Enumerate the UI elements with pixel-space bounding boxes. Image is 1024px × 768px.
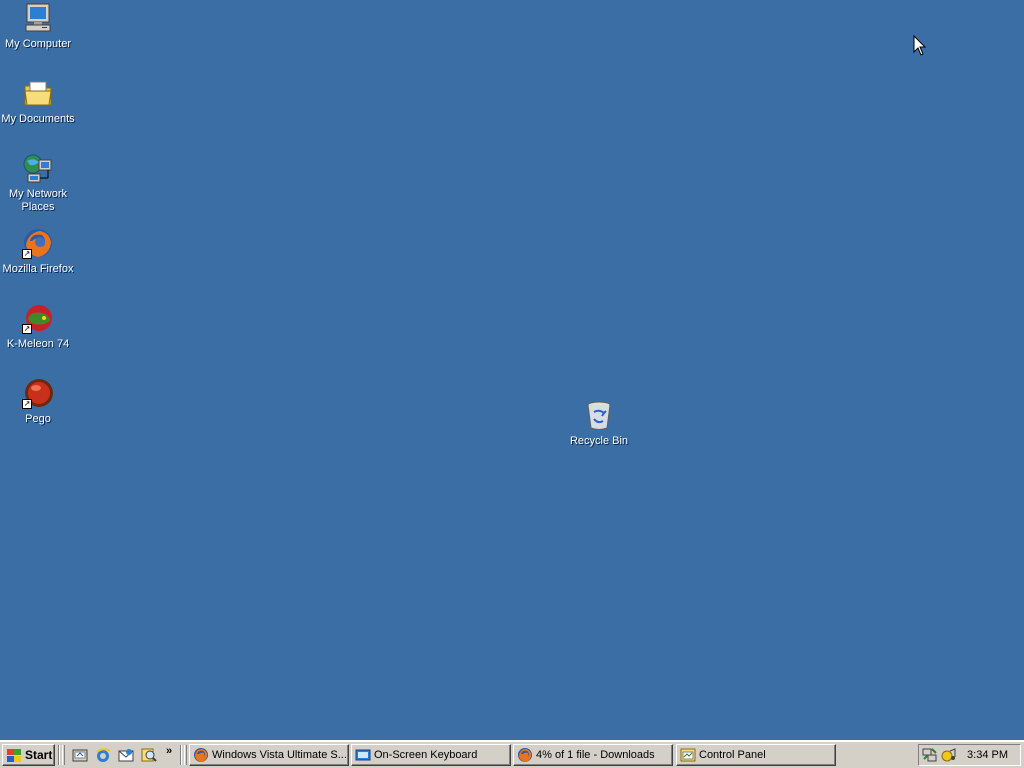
start-button[interactable]: Start [2, 744, 55, 766]
task-area-grip[interactable] [184, 745, 187, 765]
desktop[interactable]: My Computer My Documents My Network Plac… [0, 0, 1024, 740]
search-icon[interactable] [141, 747, 157, 763]
desktop-icon-mozilla-firefox[interactable]: ↗ Mozilla Firefox [0, 227, 76, 276]
shortcut-arrow-icon: ↗ [22, 399, 32, 409]
clock[interactable]: 3:34 PM [967, 749, 1008, 761]
system-tray: 3:34 PM [918, 744, 1021, 766]
quick-launch-overflow-button[interactable]: » [166, 745, 172, 757]
task-label: On-Screen Keyboard [374, 749, 478, 761]
task-button-control-panel[interactable]: Control Panel [676, 744, 836, 766]
start-label: Start [25, 748, 53, 762]
recycle-bin-icon [583, 399, 615, 431]
desktop-icon-recycle-bin[interactable]: Recycle Bin [561, 399, 637, 448]
task-label: Control Panel [699, 749, 766, 761]
desktop-icon-my-documents[interactable]: My Documents [0, 77, 76, 126]
task-button-downloads[interactable]: 4% of 1 file - Downloads [513, 744, 673, 766]
desktop-icon-label: My Computer [4, 38, 72, 50]
windows-logo-icon [6, 748, 22, 762]
desktop-icon-k-meleon[interactable]: ↗ K-Meleon 74 [0, 302, 76, 351]
desktop-icon-pego[interactable]: ↗ Pego [0, 377, 76, 426]
desktop-icon-label: K-Meleon 74 [6, 338, 70, 350]
shortcut-arrow-icon: ↗ [22, 249, 32, 259]
firefox-icon [517, 747, 533, 763]
taskbar-separator [180, 745, 182, 765]
sound-tray-icon[interactable] [941, 747, 957, 763]
network-tray-icon[interactable] [922, 747, 938, 763]
kmeleon-icon: ↗ [22, 302, 54, 334]
task-button-firefox-window[interactable]: Windows Vista Ultimate S... [189, 744, 349, 766]
pego-icon: ↗ [22, 377, 54, 409]
taskbar-separator [58, 745, 60, 765]
mouse-cursor-icon [913, 35, 927, 56]
computer-icon [22, 2, 54, 34]
taskbar: Start » Windows Vista Ultimate S... On-S… [0, 740, 1024, 768]
shortcut-arrow-icon: ↗ [22, 324, 32, 334]
network-icon [22, 152, 54, 184]
quick-launch-grip[interactable] [62, 745, 65, 765]
firefox-icon [193, 747, 209, 763]
desktop-icon-label: My Network Places [8, 188, 68, 213]
desktop-icon-my-network-places[interactable]: My Network Places [0, 152, 76, 214]
show-desktop-icon[interactable] [72, 747, 88, 763]
outlook-express-icon[interactable] [118, 747, 134, 763]
firefox-icon: ↗ [22, 227, 54, 259]
internet-explorer-icon[interactable] [95, 747, 111, 763]
desktop-icon-label: Mozilla Firefox [2, 263, 74, 275]
task-label: Windows Vista Ultimate S... [212, 749, 347, 761]
desktop-icon-label: My Documents [1, 113, 75, 125]
desktop-icon-my-computer[interactable]: My Computer [0, 2, 76, 51]
control-panel-icon [680, 747, 696, 763]
task-label: 4% of 1 file - Downloads [536, 749, 655, 761]
keyboard-icon [355, 747, 371, 763]
task-button-on-screen-keyboard[interactable]: On-Screen Keyboard [351, 744, 511, 766]
desktop-icon-label: Recycle Bin [569, 435, 629, 447]
folder-icon [22, 77, 54, 109]
desktop-icon-label: Pego [25, 413, 51, 425]
